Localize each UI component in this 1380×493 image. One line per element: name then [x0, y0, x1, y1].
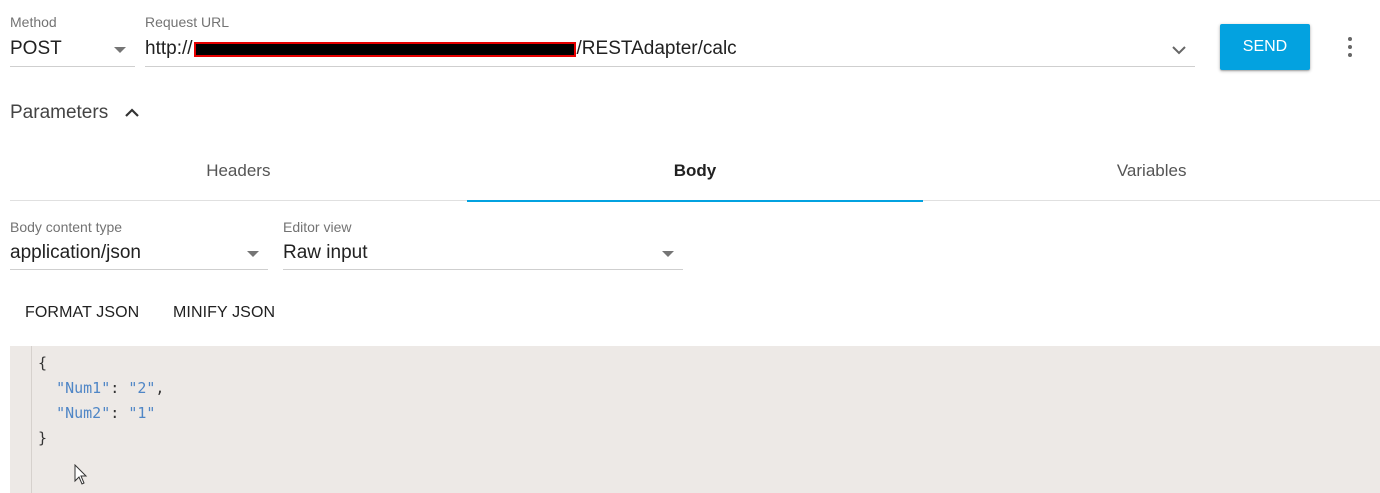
url-suffix: /RESTAdapter/calc — [576, 38, 737, 59]
body-content-type-label: Body content type — [10, 219, 123, 235]
parameters-toggle[interactable]: Parameters — [10, 101, 140, 125]
code-line: { — [38, 351, 164, 376]
editor-gutter — [10, 346, 32, 493]
mouse-cursor-icon — [74, 464, 88, 485]
code-area: { "Num1": "2", "Num2": "1" } — [38, 351, 164, 451]
editor-view-select[interactable]: Raw input — [283, 238, 683, 270]
body-content-type-select[interactable]: application/json — [10, 238, 268, 270]
json-key: "Num1" — [56, 379, 111, 397]
tab-variables[interactable]: Variables — [923, 141, 1380, 200]
editor-view-label: Editor view — [283, 219, 352, 235]
tab-headers-label: Headers — [206, 160, 271, 180]
url-prefix: http:// — [145, 38, 193, 59]
request-url-input[interactable]: http:// /RESTAdapter/calc — [145, 34, 1195, 67]
brace-open: { — [38, 354, 48, 372]
tab-variables-label: Variables — [1116, 160, 1187, 180]
body-content-type-value: application/json — [10, 242, 141, 263]
json-value: "1" — [128, 404, 156, 422]
chevron-up-icon — [125, 108, 139, 117]
json-editor[interactable]: { "Num1": "2", "Num2": "1" } — [10, 346, 1380, 493]
tab-headers[interactable]: Headers — [10, 141, 467, 200]
json-sep: : — [110, 379, 129, 397]
send-button[interactable]: SEND — [1220, 24, 1310, 70]
method-select[interactable]: POST — [10, 34, 135, 67]
dropdown-arrow-icon — [247, 251, 259, 257]
format-json-button[interactable]: FORMAT JSON — [25, 304, 139, 322]
json-sep: : — [110, 404, 129, 422]
request-url-label: Request URL — [145, 14, 230, 30]
chevron-down-icon[interactable] — [1171, 42, 1187, 58]
code-line: } — [38, 426, 164, 451]
dropdown-arrow-icon — [114, 47, 126, 53]
method-value: POST — [10, 38, 62, 59]
code-line: "Num1": "2", — [38, 376, 164, 401]
json-key: "Num2" — [56, 404, 111, 422]
method-label: Method — [10, 14, 57, 30]
tab-body[interactable]: Body — [466, 141, 924, 202]
code-line: "Num2": "1" — [38, 401, 164, 426]
editor-view-value: Raw input — [283, 242, 368, 263]
minify-json-button[interactable]: MINIFY JSON — [173, 304, 275, 322]
json-comma: , — [155, 379, 165, 397]
dropdown-arrow-icon — [662, 251, 674, 257]
redaction-bar — [193, 41, 576, 57]
parameters-tabs: Headers Body Variables — [10, 141, 1380, 202]
json-value: "2" — [128, 379, 156, 397]
more-vert-icon[interactable] — [1346, 35, 1354, 59]
tab-body-label: Body — [673, 160, 717, 180]
parameters-title: Parameters — [10, 102, 109, 123]
brace-close: } — [38, 429, 48, 447]
